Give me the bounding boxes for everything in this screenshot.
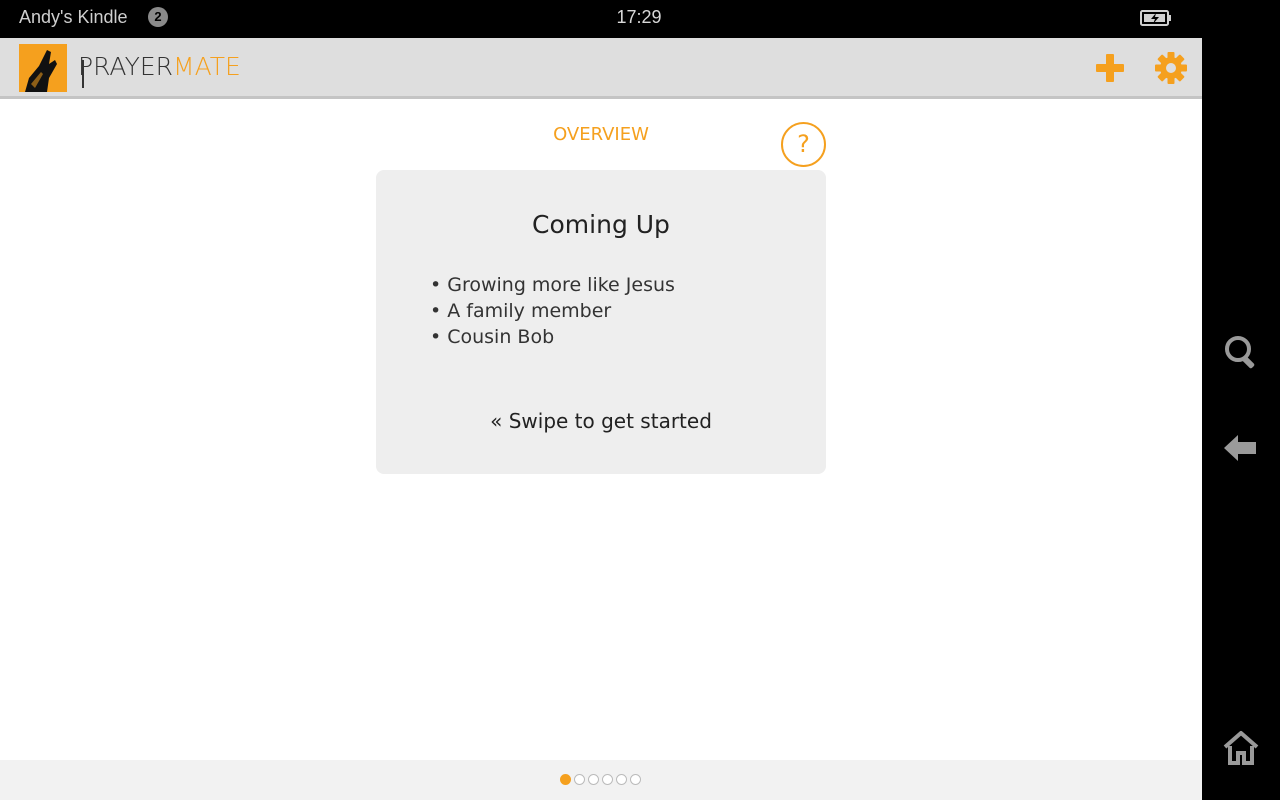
app-bar: PRAYERMATE (0, 38, 1202, 99)
card-title: Coming Up (532, 210, 670, 239)
list-item: Cousin Bob (430, 324, 675, 350)
logo-prayer: PRAYER (78, 52, 174, 81)
logo-mate: MATE (173, 52, 241, 81)
pager-dot[interactable] (630, 774, 641, 785)
plus-icon[interactable] (1094, 52, 1126, 84)
coming-up-list: Growing more like Jesus A family member … (430, 272, 675, 350)
list-item: A family member (430, 298, 675, 324)
pager-bar (0, 760, 1202, 800)
swipe-hint: « Swipe to get started (490, 409, 712, 433)
battery-charging-icon (1140, 10, 1171, 26)
home-icon[interactable] (1222, 729, 1260, 767)
pager-dot[interactable] (616, 774, 627, 785)
coming-up-card[interactable]: Coming Up Growing more like Jesus A fami… (376, 170, 826, 474)
system-nav-bar (1202, 0, 1280, 800)
praying-hands-logo-icon (19, 44, 67, 92)
app-logo-text: PRAYERMATE (78, 52, 241, 82)
page-indicator[interactable] (560, 774, 641, 785)
gear-icon[interactable] (1154, 51, 1188, 85)
pager-dot[interactable] (560, 774, 571, 785)
pager-dot[interactable] (602, 774, 613, 785)
back-arrow-icon[interactable] (1222, 429, 1260, 467)
screen: Andy's Kindle 2 17:29 PRAYERMATE OVERVIE… (0, 0, 1280, 800)
status-bar: Andy's Kindle 2 17:29 (0, 0, 1202, 38)
list-item: Growing more like Jesus (430, 272, 675, 298)
search-icon[interactable] (1222, 333, 1260, 371)
help-button[interactable]: ? (781, 122, 826, 167)
pager-dot[interactable] (588, 774, 599, 785)
section-title: OVERVIEW (553, 124, 649, 145)
main-content: OVERVIEW ? Coming Up Growing more like J… (0, 99, 1202, 760)
clock: 17:29 (616, 7, 662, 27)
pager-dot[interactable] (574, 774, 585, 785)
